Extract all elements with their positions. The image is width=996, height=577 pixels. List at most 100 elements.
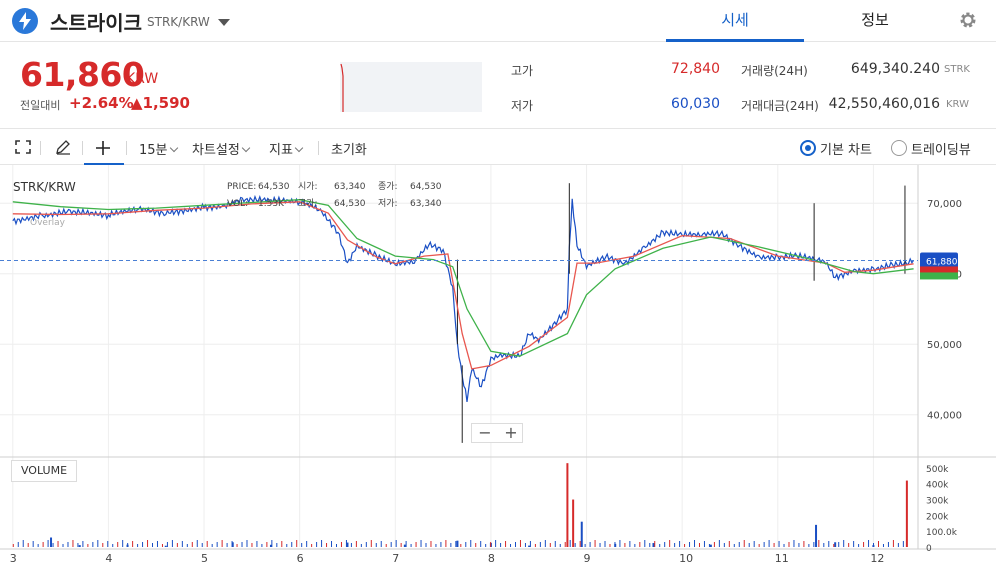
reset-button[interactable]: 초기화 <box>331 139 367 158</box>
basic-chart-label[interactable]: 기본 차트 <box>820 139 872 158</box>
volume-bar <box>32 541 34 547</box>
volume-bar <box>703 541 705 547</box>
chart-settings-select[interactable]: 차트설정 <box>192 139 251 158</box>
indicators-select[interactable]: 지표 <box>269 139 304 158</box>
coin-logo-icon <box>12 8 38 34</box>
legend-value: 저가: <box>378 198 398 209</box>
volume-bar <box>286 544 288 547</box>
tab-info[interactable]: 정보 <box>806 0 944 42</box>
chevron-down-icon <box>241 143 251 153</box>
volume-bar <box>47 540 49 547</box>
coin-pair: STRK/KRW <box>147 15 210 29</box>
volume-bar <box>231 541 233 547</box>
volume-bar <box>858 544 860 547</box>
ma-long-tag <box>920 272 958 280</box>
volume-bar <box>405 541 407 547</box>
volume-bar <box>22 540 24 547</box>
volume-bar <box>266 542 268 547</box>
volume-value: 649,340.240 <box>850 61 940 77</box>
volume-bar <box>102 543 104 547</box>
x-tick-label: 6 <box>297 552 304 565</box>
tradingview-radio[interactable] <box>891 140 907 156</box>
volume-bar <box>127 543 129 547</box>
volume-bar <box>156 541 158 547</box>
volume-tick-label: 500k <box>926 465 949 475</box>
volume-bar <box>375 543 377 547</box>
volume-bar <box>191 542 193 547</box>
volume-bar <box>783 544 785 547</box>
volume-tick-label: 100.0k <box>926 528 958 538</box>
volume-bar <box>873 543 875 547</box>
volume-bar <box>72 540 74 547</box>
basic-chart-radio[interactable] <box>800 140 816 156</box>
high-label: 고가 <box>511 64 534 78</box>
volume-bar <box>572 499 575 547</box>
gear-icon[interactable] <box>958 10 978 30</box>
volume-bar <box>828 541 830 547</box>
coin-name: 스트라이크 <box>50 11 142 35</box>
volume-bar <box>669 540 671 547</box>
volume-bar <box>97 540 99 547</box>
crosshair-icon[interactable] <box>95 140 111 156</box>
volume-bar <box>181 541 183 547</box>
volume-bar <box>505 541 507 547</box>
tradingview-label[interactable]: 트레이딩뷰 <box>911 139 971 158</box>
toolbar-divider <box>126 141 127 155</box>
volume-bar <box>763 542 765 547</box>
volume-bar <box>519 540 521 547</box>
zoom-out-button[interactable]: − <box>472 423 498 442</box>
volume-bar <box>132 541 134 547</box>
price-chart[interactable]: 70,00060,00050,00040,000500k400k300k200k… <box>0 165 996 577</box>
volume-bar <box>768 540 770 547</box>
fullscreen-icon[interactable] <box>15 140 31 154</box>
legend-value: 1.53K <box>258 199 285 209</box>
volume-bar <box>311 544 313 547</box>
volume-bar <box>365 542 367 547</box>
coin-header: 스트라이크 STRK/KRW 시세 정보 <box>0 0 996 42</box>
volume-bar <box>201 543 203 547</box>
volume-bar <box>674 543 676 547</box>
low-label: 저가 <box>511 99 534 113</box>
volume-bar <box>863 542 865 547</box>
legend-overlay: Overlay <box>30 218 66 228</box>
tab-quote[interactable]: 시세 <box>666 0 804 42</box>
volume-bar <box>652 543 655 547</box>
coin-select-dropdown-icon[interactable] <box>218 19 230 26</box>
volume-bar <box>142 542 144 547</box>
volume-bar <box>654 541 656 547</box>
volume-bar <box>415 542 417 547</box>
legend-value: 64,530 <box>258 182 290 192</box>
zoom-in-button[interactable]: + <box>498 423 524 442</box>
volume-bar <box>778 541 780 547</box>
volume-bar <box>42 542 44 547</box>
volume-bar <box>584 544 586 547</box>
volume-tick-label: 0 <box>926 544 932 554</box>
volume-bar <box>450 543 452 547</box>
volume-bar <box>87 544 89 547</box>
volume-bar <box>251 543 253 547</box>
volume-bar <box>753 541 755 547</box>
x-tick-label: 12 <box>870 552 884 565</box>
volume-bar <box>793 540 795 547</box>
volume-bar <box>713 542 715 547</box>
volume-bar <box>345 540 347 547</box>
volume-bar <box>261 544 263 547</box>
volume-bar <box>549 543 551 547</box>
volume-bar <box>594 540 596 547</box>
legend-value: VOL: <box>227 199 248 209</box>
chevron-down-icon <box>169 143 178 153</box>
volume-bar <box>604 541 606 547</box>
volume-bar <box>321 540 323 547</box>
interval-select[interactable]: 15분 <box>139 139 178 158</box>
volume-bar <box>897 543 899 547</box>
interval-label: 15분 <box>139 143 168 158</box>
y-tick-label: 40,000 <box>927 411 962 422</box>
volume-bar <box>619 540 621 547</box>
pencil-icon[interactable] <box>54 139 71 156</box>
volume-bar <box>465 542 467 547</box>
volume-bar <box>614 542 616 547</box>
volume-bar <box>887 542 889 547</box>
volume-bar <box>171 540 173 547</box>
volume-bar <box>877 541 879 547</box>
change-label: 전일대비 <box>20 99 61 112</box>
